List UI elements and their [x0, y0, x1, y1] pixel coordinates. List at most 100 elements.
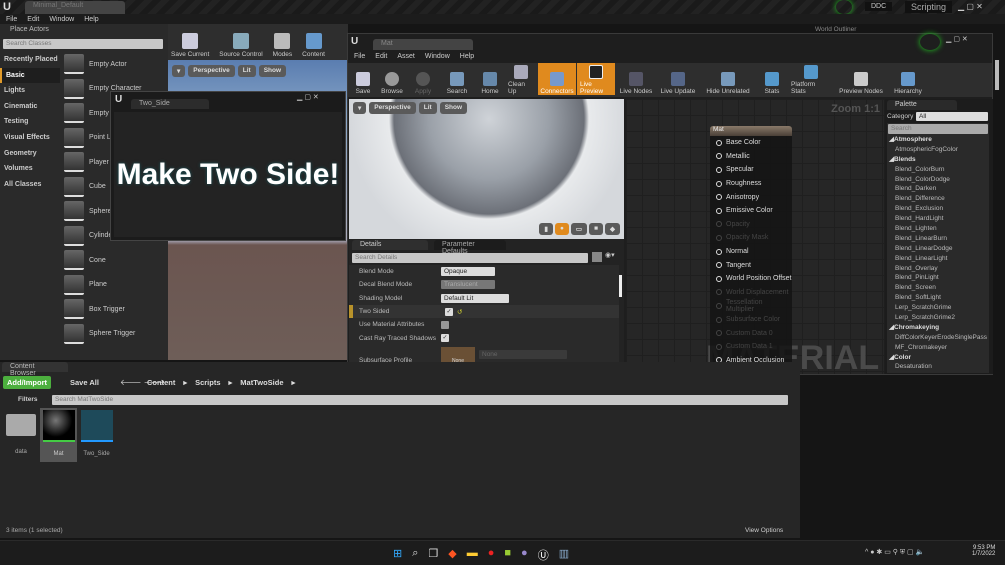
palette-category[interactable]: ◢Blends	[887, 155, 989, 165]
actor-item[interactable]: Plane	[64, 273, 164, 298]
breadcrumb-scripts[interactable]: Scripts	[195, 378, 220, 387]
pycharm-icon[interactable]: ■	[504, 547, 511, 563]
app-icon[interactable]: ▥	[559, 547, 569, 563]
decal-blend-mode-dropdown[interactable]: Translucent	[441, 280, 495, 290]
viewport-menu-button[interactable]: ▾	[353, 102, 367, 114]
pin-connector-icon[interactable]	[716, 221, 722, 228]
node-pin[interactable]: Subsurface Color	[710, 313, 792, 327]
node-pin[interactable]: Base Color	[710, 136, 792, 150]
start-icon[interactable]: ⊞	[393, 547, 402, 563]
asset-data-folder[interactable]: data	[4, 408, 38, 460]
category-geometry[interactable]: Geometry	[0, 146, 60, 162]
asset-two-side[interactable]: Two_Side	[79, 408, 114, 460]
palette-category[interactable]: ◢Color	[887, 353, 989, 363]
shading-model-dropdown[interactable]: Default Lit	[441, 293, 509, 303]
palette-item[interactable]: Blend_Exclusion	[887, 204, 989, 214]
palette-category[interactable]: ◢Chromakeying	[887, 323, 989, 333]
search-classes-input[interactable]: Search Classes	[3, 39, 163, 49]
actor-item[interactable]: Cone	[64, 248, 164, 273]
search-button[interactable]: Search	[439, 63, 475, 95]
material-preview-viewport[interactable]: ▾ Perspective Lit Show ▮ ● ▭ ■ ◆	[349, 99, 624, 239]
content-button[interactable]: Content	[299, 26, 328, 58]
world-outliner-tab[interactable]: World Outliner	[815, 26, 856, 33]
node-pin[interactable]: World Displacement	[710, 286, 792, 300]
preview-nodes-button[interactable]: Preview Nodes	[835, 63, 887, 95]
task-view-icon[interactable]: ❐	[428, 547, 438, 563]
palette-item[interactable]: Blend_Difference	[887, 194, 989, 204]
stats-button[interactable]: Stats	[757, 63, 787, 95]
teapot-preview-button[interactable]: ◆	[605, 223, 620, 235]
filters-button[interactable]: Filters	[18, 396, 38, 403]
lit-button[interactable]: Lit	[237, 65, 256, 77]
menu-help[interactable]: Help	[460, 53, 474, 60]
live-preview-button[interactable]: Live Preview	[577, 63, 615, 95]
pin-connector-icon[interactable]	[716, 289, 722, 296]
two-side-tab[interactable]: Two_Side	[131, 99, 209, 109]
palette-item[interactable]: MF_Chromakeyer	[887, 343, 989, 353]
palette-item[interactable]: Blend_ColorDodge	[887, 175, 989, 185]
palette-item[interactable]: Blend_Screen	[887, 283, 989, 293]
clean-up-button[interactable]: Clean Up	[505, 63, 537, 95]
system-tray-icons[interactable]: ^ ● ✱ ▭ ⚲ ⛨ ▢ 🔈	[865, 548, 924, 557]
pin-connector-icon[interactable]	[716, 234, 722, 241]
visibility-eye-icon[interactable]: ◉▾	[605, 251, 615, 259]
palette-item[interactable]: Lerp_ScratchGrime	[887, 303, 989, 313]
category-volumes[interactable]: Volumes	[0, 161, 60, 177]
palette-item[interactable]: Blend_ColorBurn	[887, 165, 989, 175]
node-pin[interactable]: Specular	[710, 163, 792, 177]
palette-item[interactable]: Blend_Darken	[887, 184, 989, 194]
two-sided-checkbox[interactable]: ✓	[445, 307, 453, 316]
right-scrollbar[interactable]	[995, 60, 999, 90]
menu-window[interactable]: Window	[425, 53, 450, 60]
node-pin[interactable]: Normal	[710, 245, 792, 259]
window-controls[interactable]: ▁ ▢ ✕	[946, 35, 968, 43]
grid-view-icon[interactable]	[592, 252, 602, 262]
breadcrumb-content[interactable]: Content	[147, 378, 175, 387]
save-button[interactable]: Save	[350, 63, 376, 95]
pin-connector-icon[interactable]	[716, 316, 722, 323]
pin-connector-icon[interactable]	[716, 248, 722, 255]
view-options-button[interactable]: View Options	[745, 527, 783, 534]
blend-mode-dropdown[interactable]: Opaque	[441, 267, 495, 277]
subsurface-profile-dropdown[interactable]: None	[479, 350, 567, 360]
pin-connector-icon[interactable]	[716, 180, 722, 187]
add-import-button[interactable]: Add/Import	[3, 376, 51, 389]
node-pin[interactable]: World Position Offset	[710, 272, 792, 286]
category-lights[interactable]: Lights	[0, 83, 60, 99]
scripting-button[interactable]: Scripting	[905, 1, 953, 13]
search-assets-input[interactable]: Search MatTwoSide	[52, 395, 788, 405]
save-all-button[interactable]: Save All	[70, 378, 99, 387]
details-scrollbar[interactable]	[619, 275, 622, 297]
palette-item[interactable]: Blend_LinearLight	[887, 254, 989, 264]
palette-item[interactable]: DiffColorKeyerErodeSinglePass	[887, 333, 989, 343]
palette-search-input[interactable]: Search	[888, 124, 988, 134]
cylinder-preview-button[interactable]: ▮	[539, 223, 553, 235]
save-current-button[interactable]: Save Current	[168, 26, 212, 58]
palette-item[interactable]: Blend_HardLight	[887, 214, 989, 224]
menu-file[interactable]: File	[6, 16, 17, 23]
pin-connector-icon[interactable]	[716, 302, 722, 309]
node-pin[interactable]: Tessellation Multiplier	[710, 299, 792, 313]
pin-connector-icon[interactable]	[716, 194, 722, 201]
palette-category[interactable]: ◢Atmosphere	[887, 135, 989, 145]
category-recently-placed[interactable]: Recently Placed	[0, 52, 60, 68]
material-graph[interactable]: Zoom 1:1 MATERIAL Mat Base Color Metallic…	[626, 99, 884, 377]
notification-icon[interactable]	[920, 34, 940, 50]
place-actors-tab[interactable]: Place Actors	[2, 25, 82, 35]
node-pin[interactable]: Anisotropy	[710, 190, 792, 204]
category-all-classes[interactable]: All Classes	[0, 177, 60, 193]
cube-preview-button[interactable]: ■	[589, 223, 603, 235]
node-pin[interactable]: Opacity Mask	[710, 231, 792, 245]
live-nodes-button[interactable]: Live Nodes	[616, 63, 656, 95]
perspective-button[interactable]: Perspective	[369, 102, 416, 114]
sphere-preview-button[interactable]: ●	[554, 223, 569, 235]
details-tab[interactable]: Details	[352, 240, 428, 250]
node-pin[interactable]: Metallic	[710, 150, 792, 164]
material-result-node[interactable]: Mat Base Color Metallic Specular Roughness A…	[710, 126, 792, 366]
pin-connector-icon[interactable]	[716, 153, 722, 160]
parameter-defaults-tab[interactable]: Parameter Defaults	[434, 240, 506, 255]
pin-connector-icon[interactable]	[716, 262, 722, 269]
palette-item[interactable]: Blend_LinearDodge	[887, 244, 989, 254]
category-basic[interactable]: Basic	[0, 67, 60, 84]
menu-file[interactable]: File	[354, 53, 365, 60]
